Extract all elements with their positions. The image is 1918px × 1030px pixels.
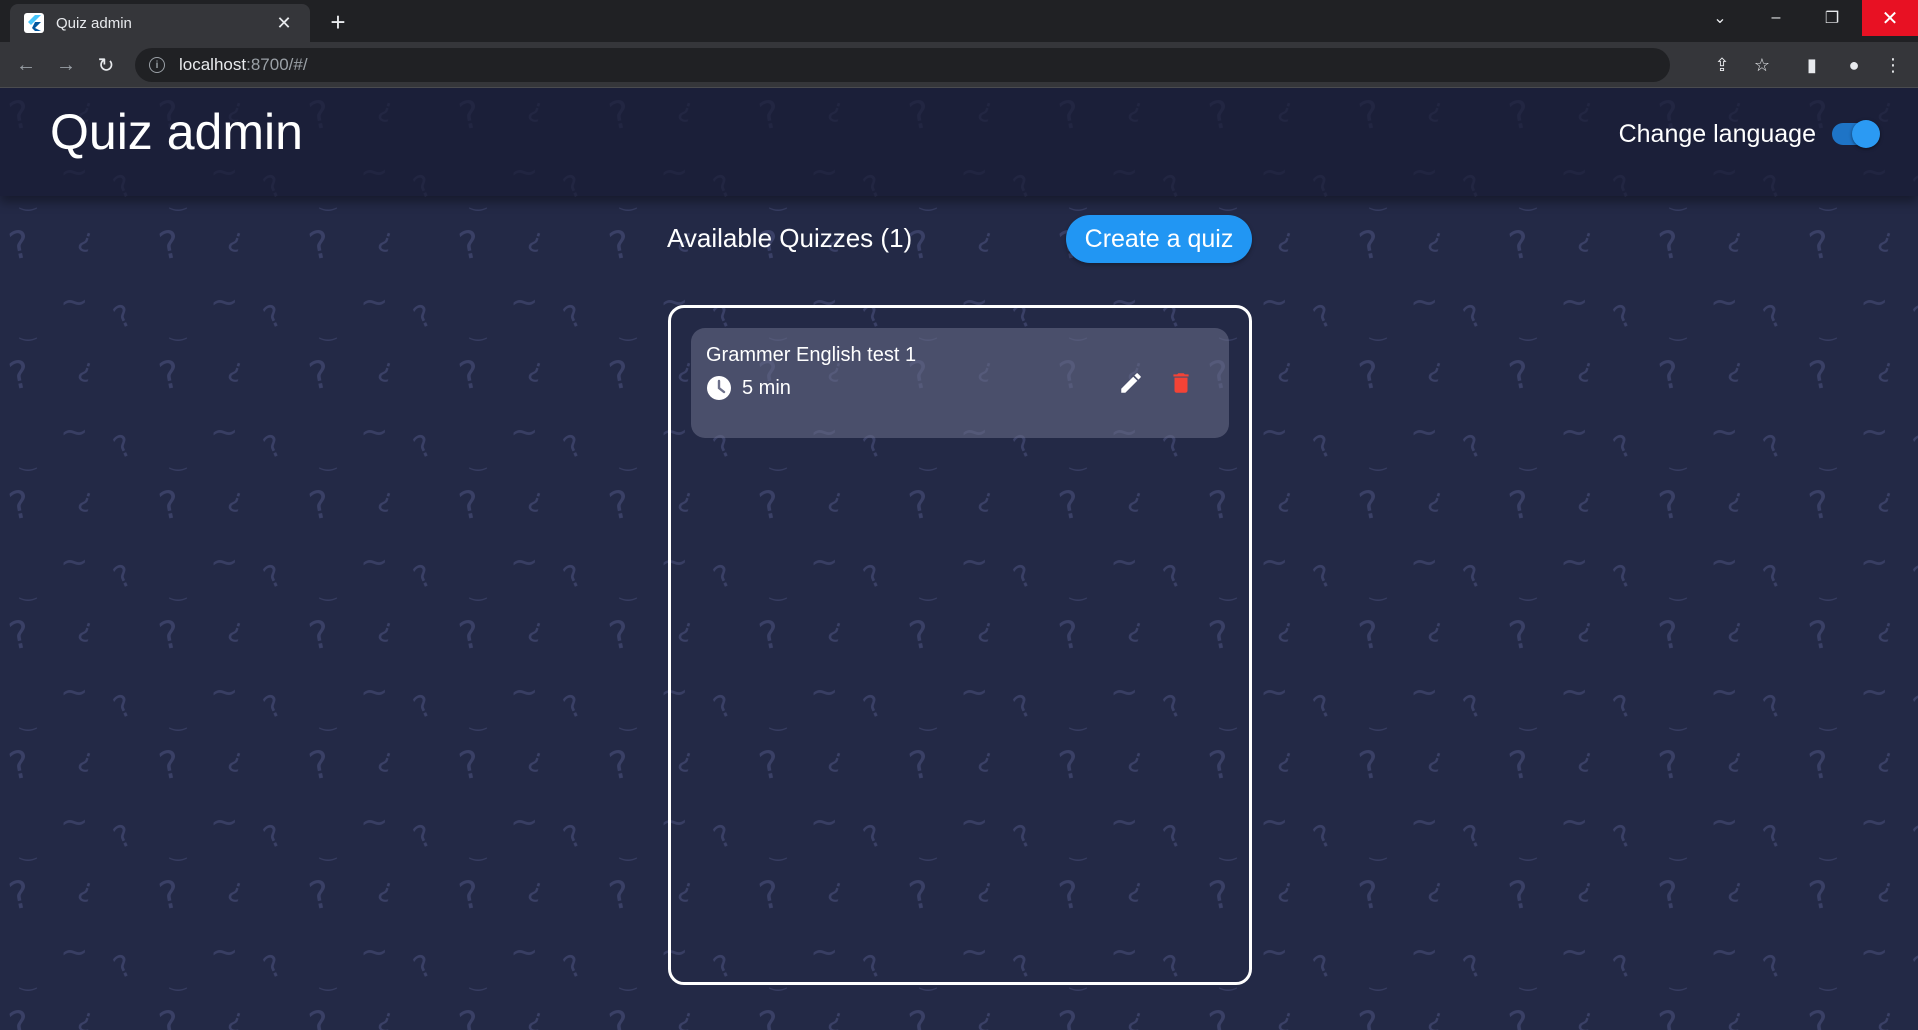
site-info-icon[interactable]: i (149, 57, 165, 73)
quiz-list-item[interactable]: Grammer English test 1 5 min (691, 328, 1229, 438)
tab-title: Quiz admin (56, 14, 132, 32)
address-bar[interactable]: i localhost:8700/#/ (135, 48, 1670, 82)
edit-icon[interactable] (1118, 370, 1144, 396)
delete-icon[interactable] (1168, 370, 1194, 396)
quiz-duration: 5 min (706, 375, 791, 401)
language-toggle-knob[interactable] (1852, 120, 1880, 148)
edit-quiz-button[interactable] (1116, 368, 1146, 398)
create-quiz-button[interactable]: Create a quiz (1066, 215, 1252, 263)
quiz-list-panel: Grammer English test 1 5 min (668, 305, 1252, 985)
page-title: Quiz admin (50, 104, 303, 160)
delete-quiz-button[interactable] (1166, 368, 1196, 398)
quiz-duration-text: 5 min (742, 376, 791, 399)
flutter-favicon-icon (24, 13, 44, 33)
reload-icon[interactable]: ↻ (90, 49, 122, 81)
available-quizzes-heading: Available Quizzes (1) (667, 223, 913, 253)
browser-tab[interactable]: Quiz admin ✕ (10, 4, 310, 42)
tab-close-icon[interactable]: ✕ (272, 11, 296, 35)
url-path: :8700/#/ (246, 55, 308, 74)
minimize-icon[interactable]: – (1748, 0, 1804, 36)
tab-search-icon[interactable]: ⌄ (1692, 0, 1748, 36)
bookmark-star-icon[interactable]: ☆ (1745, 48, 1779, 82)
back-icon[interactable]: ← (10, 49, 42, 81)
clock-icon (707, 376, 731, 400)
restore-icon[interactable]: ❐ (1804, 0, 1860, 36)
url-host: localhost (179, 55, 247, 74)
new-tab-icon[interactable]: + (322, 6, 354, 38)
profile-icon[interactable]: ● (1837, 48, 1871, 82)
change-language-label: Change language (1618, 120, 1816, 148)
browser-menu-icon[interactable]: ⋮ (1876, 48, 1910, 82)
app-root: ? ¿ ~ ? ‿ Quiz admin Change language Ava… (0, 88, 1918, 1030)
share-icon[interactable]: ⇪ (1705, 48, 1739, 82)
quiz-name: Grammer English test 1 (706, 344, 917, 366)
browser-tab-strip: Quiz admin ✕ + ⌄ – ❐ ✕ (0, 0, 1918, 42)
side-panel-icon[interactable]: ▮ (1795, 48, 1829, 82)
language-toggle[interactable] (1832, 120, 1880, 148)
app-header: Quiz admin Change language (0, 88, 1918, 196)
forward-icon[interactable]: → (50, 49, 82, 81)
window-close-icon[interactable]: ✕ (1862, 0, 1918, 36)
browser-toolbar: ← → ↻ i localhost:8700/#/ ⇪ ☆ ▮ ● ⋮ (0, 42, 1918, 88)
